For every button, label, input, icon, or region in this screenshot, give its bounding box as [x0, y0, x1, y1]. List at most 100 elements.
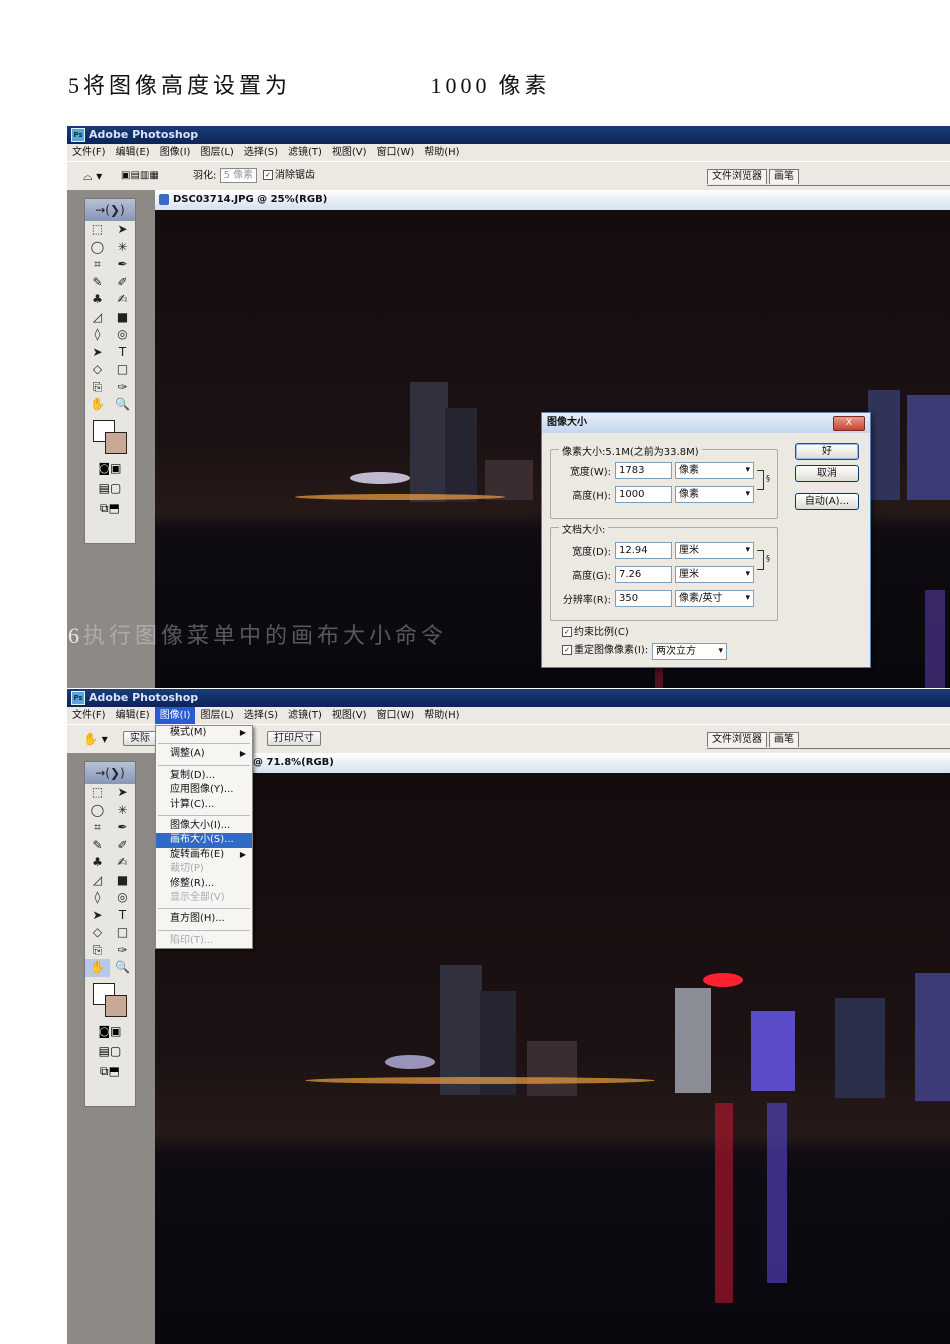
color-swatches[interactable] [85, 977, 135, 1021]
history-brush-icon[interactable]: ✍ [110, 291, 135, 309]
width-unit-select[interactable]: 像素 [675, 462, 754, 479]
brush-tool-icon[interactable]: ✐ [110, 274, 135, 292]
print-size-button[interactable]: 打印尺寸 [267, 731, 321, 746]
type-tool-icon[interactable]: T [110, 344, 135, 362]
eraser-tool-icon[interactable]: ◿ [85, 872, 110, 890]
ok-button[interactable]: 好 [795, 443, 859, 460]
resolution-unit-select[interactable]: 像素/英寸 [675, 590, 754, 607]
image-menu-item[interactable]: 模式(M) ▶ [156, 726, 252, 740]
hand-tool-icon[interactable]: ✋ ▾ [83, 731, 108, 747]
hand-tool-icon[interactable]: ✋ [85, 959, 110, 977]
dodge-tool-icon[interactable]: ◎ [110, 889, 135, 907]
type-tool-icon[interactable]: T [110, 907, 135, 925]
eraser-tool-icon[interactable]: ◿ [85, 309, 110, 327]
image-menu-item[interactable]: 修整(R)... [156, 877, 252, 891]
shape-tool-icon[interactable]: □ [110, 924, 135, 942]
slice-tool-icon[interactable]: ✒ [110, 256, 135, 274]
menu-filter[interactable]: 滤镜(T) [283, 707, 327, 724]
menu-edit[interactable]: 编辑(E) [111, 144, 155, 161]
screen-mode-icon[interactable]: ▤ [99, 1044, 110, 1058]
resolution-input[interactable]: 350 [615, 590, 672, 607]
standard-mode-icon[interactable]: ◙ [99, 461, 111, 475]
resample-checkbox[interactable]: ✓ [562, 645, 572, 655]
menu-image[interactable]: 图像(I) [155, 144, 196, 161]
lasso-tool-icon[interactable]: ⌓ ▾ [83, 168, 102, 184]
width-input[interactable]: 1783 [615, 462, 672, 479]
zoom-tool-icon[interactable]: 🔍 [110, 396, 135, 414]
imageready-buttons[interactable]: ⧉⬒ [85, 1061, 135, 1081]
doc-width-unit-select[interactable]: 厘米 [675, 542, 754, 559]
blur-tool-icon[interactable]: ◊ [85, 889, 110, 907]
dodge-tool-icon[interactable]: ◎ [110, 326, 135, 344]
screen-mode-buttons[interactable]: ▤▢ [85, 478, 135, 498]
gradient-tool-icon[interactable]: ■ [110, 309, 135, 327]
lasso-tool-icon[interactable]: ◯ [85, 239, 110, 257]
antialias-checkbox[interactable]: ✓ [263, 170, 273, 180]
pen-tool-icon[interactable]: ◇ [85, 924, 110, 942]
jump-imageready-icon[interactable]: ⧉ [100, 501, 109, 515]
constrain-checkbox[interactable]: ✓ [562, 627, 572, 637]
path-select-icon[interactable]: ➤ [85, 344, 110, 362]
image-menu-item[interactable]: 复制(D)... [156, 769, 252, 783]
brush-tool-icon[interactable]: ✐ [110, 837, 135, 855]
menu-view[interactable]: 视图(V) [327, 144, 372, 161]
path-select-icon[interactable]: ➤ [85, 907, 110, 925]
screen-mode-buttons[interactable]: ▤▢ [85, 1041, 135, 1061]
mode-buttons[interactable]: ◙▣ [85, 1021, 135, 1041]
feather-input[interactable]: 5 像素 [219, 168, 258, 183]
tab-file-browser[interactable]: 文件浏览器 [707, 732, 767, 747]
imageready-icon[interactable]: ⬒ [109, 1064, 120, 1078]
selection-mode-icons[interactable]: ▣▤▥▦ [121, 168, 159, 184]
background-color[interactable] [105, 431, 127, 454]
healing-brush-icon[interactable]: ✎ [85, 274, 110, 292]
clone-stamp-icon[interactable]: ♣ [85, 854, 110, 872]
magic-wand-icon[interactable]: ✳ [110, 802, 135, 820]
doc-height-unit-select[interactable]: 厘米 [675, 566, 754, 583]
image-menu-item[interactable]: 旋转画布(E) ▶ [156, 848, 252, 862]
notes-tool-icon[interactable]: ⎘ [85, 942, 110, 960]
healing-brush-icon[interactable]: ✎ [85, 837, 110, 855]
menu-file[interactable]: 文件(F) [67, 707, 111, 724]
crop-tool-icon[interactable]: ⌗ [85, 256, 110, 274]
crop-tool-icon[interactable]: ⌗ [85, 819, 110, 837]
image-menu-item[interactable]: 图像大小(I)... [156, 819, 252, 833]
standard-mode-icon[interactable]: ◙ [99, 1024, 111, 1038]
image-menu-item[interactable]: 直方图(H)... [156, 912, 252, 926]
quickmask-mode-icon[interactable]: ▣ [110, 1024, 121, 1038]
color-swatches[interactable] [85, 414, 135, 458]
blur-tool-icon[interactable]: ◊ [85, 326, 110, 344]
doc-width-input[interactable]: 12.94 [615, 542, 672, 559]
gradient-tool-icon[interactable]: ■ [110, 872, 135, 890]
shape-tool-icon[interactable]: □ [110, 361, 135, 379]
mode-buttons[interactable]: ◙▣ [85, 458, 135, 478]
auto-button[interactable]: 自动(A)... [795, 493, 859, 510]
eyedropper-icon[interactable]: ✑ [110, 379, 135, 397]
hand-tool-icon[interactable]: ✋ [85, 396, 110, 414]
tab-brushes[interactable]: 画笔 [769, 169, 799, 184]
menu-layer[interactable]: 图层(L) [195, 144, 238, 161]
height-unit-select[interactable]: 像素 [675, 486, 754, 503]
move-tool-icon[interactable]: ➤ [110, 784, 135, 802]
imageready-buttons[interactable]: ⧉⬒ [85, 498, 135, 518]
screen-mode-full-icon[interactable]: ▢ [110, 1044, 121, 1058]
magic-wand-icon[interactable]: ✳ [110, 239, 135, 257]
menu-view[interactable]: 视图(V) [327, 707, 372, 724]
cancel-button[interactable]: 取消 [795, 465, 859, 482]
clone-stamp-icon[interactable]: ♣ [85, 291, 110, 309]
background-color[interactable] [105, 994, 127, 1017]
image-menu-item[interactable]: 画布大小(S)... [156, 833, 252, 848]
eyedropper-icon[interactable]: ✑ [110, 942, 135, 960]
resample-method-select[interactable]: 两次立方 [652, 643, 727, 660]
menu-window[interactable]: 窗口(W) [372, 707, 420, 724]
zoom-tool-icon[interactable]: 🔍 [110, 959, 135, 977]
imageready-icon[interactable]: ⬒ [109, 501, 120, 515]
menu-help[interactable]: 帮助(H) [419, 707, 464, 724]
menu-window[interactable]: 窗口(W) [372, 144, 420, 161]
menu-help[interactable]: 帮助(H) [419, 144, 464, 161]
screen-mode-full-icon[interactable]: ▢ [110, 481, 121, 495]
menu-image[interactable]: 图像(I) [154, 707, 196, 724]
lasso-tool-icon[interactable]: ◯ [85, 802, 110, 820]
quickmask-mode-icon[interactable]: ▣ [110, 461, 121, 475]
menu-layer[interactable]: 图层(L) [195, 707, 238, 724]
marquee-tool-icon[interactable]: ⬚ [85, 784, 110, 802]
